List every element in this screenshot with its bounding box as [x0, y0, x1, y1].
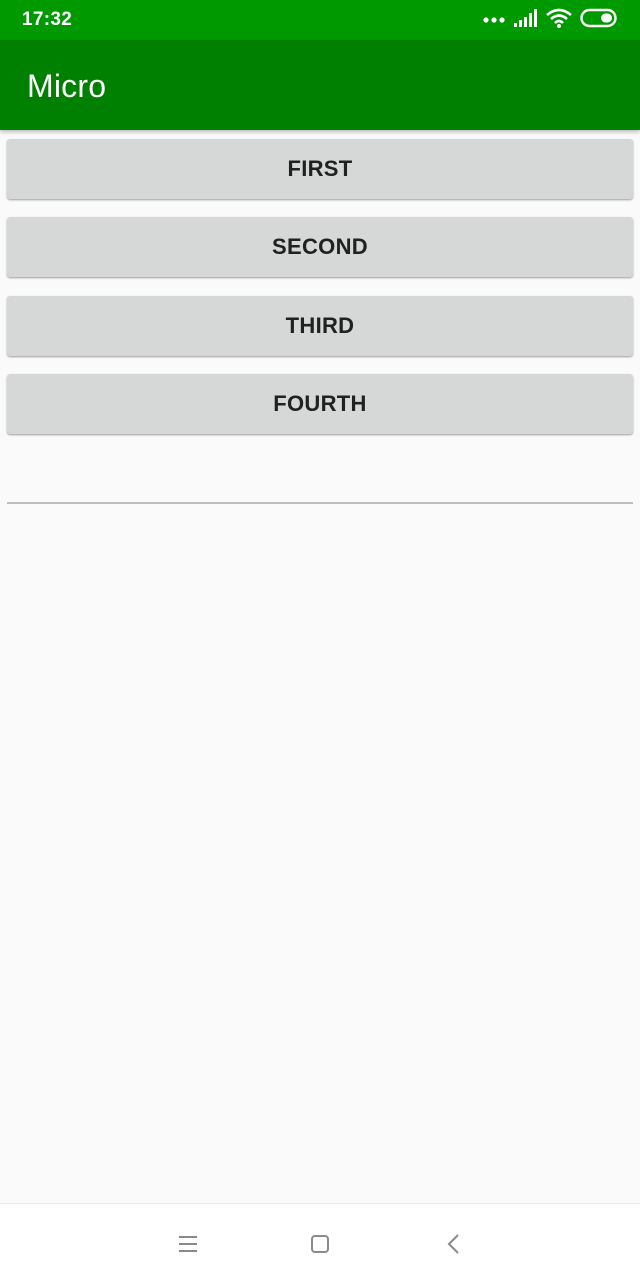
app-bar: Micro — [0, 40, 640, 130]
main-content: FIRST SECOND THIRD FOURTH — [0, 130, 640, 1203]
status-time: 17:32 — [22, 9, 73, 30]
back-icon[interactable] — [436, 1226, 472, 1262]
second-button[interactable]: SECOND — [7, 217, 633, 277]
third-button[interactable]: THIRD — [7, 296, 633, 356]
status-icons — [482, 8, 620, 32]
battery-icon — [580, 8, 620, 33]
fourth-button[interactable]: FOURTH — [7, 374, 633, 434]
text-input[interactable] — [7, 448, 633, 504]
home-icon[interactable] — [302, 1226, 338, 1262]
status-bar: 17:32 — [0, 0, 640, 40]
signal-icon — [514, 8, 538, 32]
wifi-icon — [546, 8, 572, 33]
navigation-bar — [0, 1203, 640, 1281]
menu-icon[interactable] — [170, 1226, 206, 1262]
app-title: Micro — [27, 68, 107, 104]
more-dots-icon — [482, 11, 506, 29]
first-button[interactable]: FIRST — [7, 139, 633, 199]
